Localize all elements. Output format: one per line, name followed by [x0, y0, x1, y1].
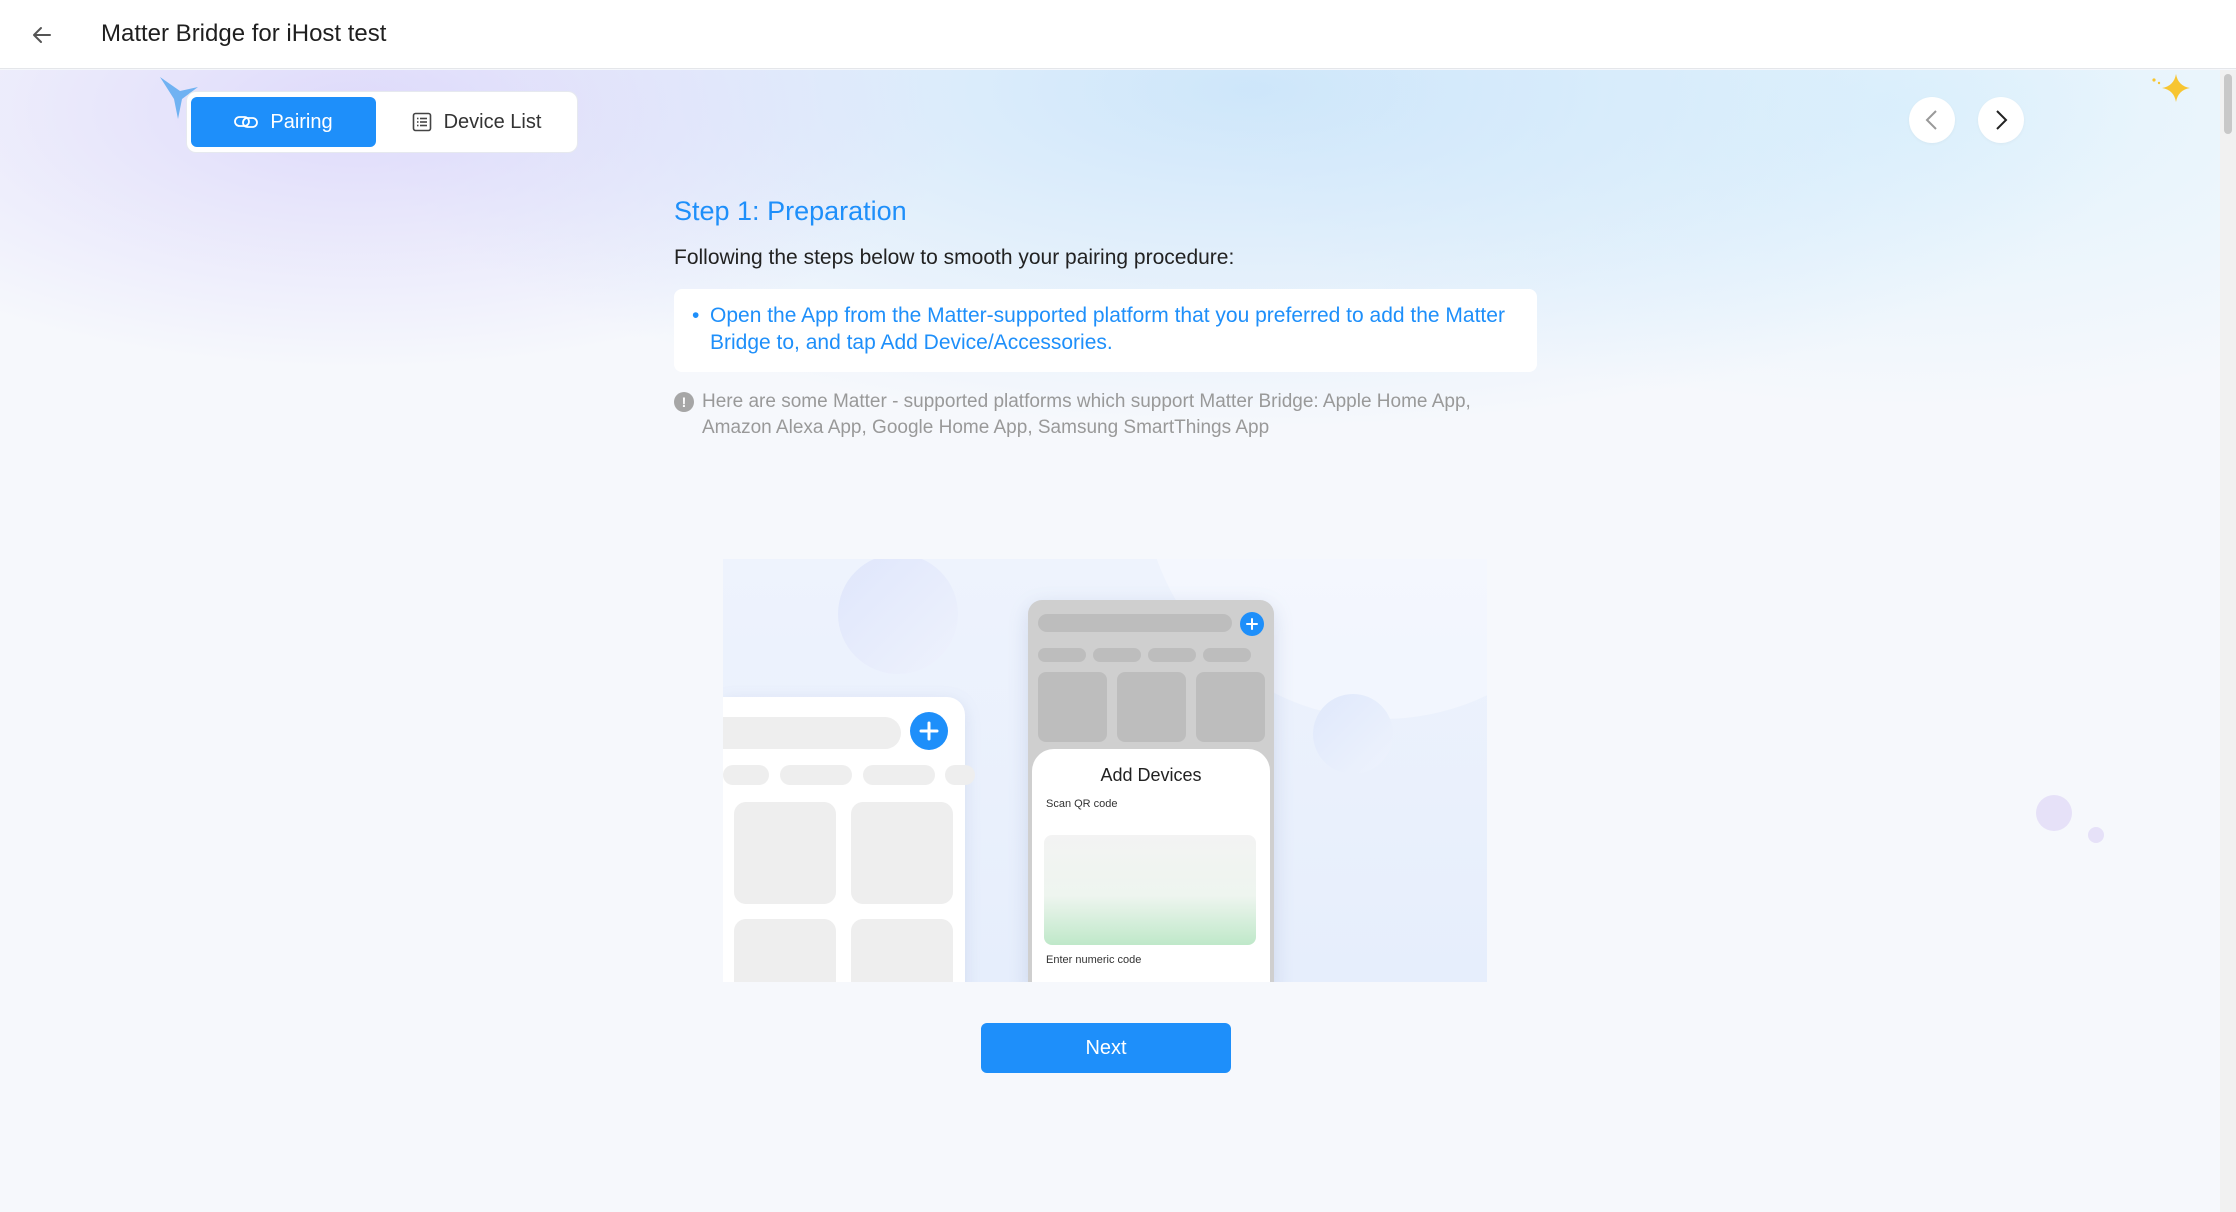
add-devices-sheet: Add Devices Scan QR code Enter numeric c… [1032, 749, 1270, 982]
phone-tile [1196, 672, 1265, 742]
tablet-tile [734, 802, 836, 904]
decorative-circle [838, 559, 958, 674]
scrollbar-thumb[interactable] [2224, 74, 2232, 134]
bullet-icon: • [692, 304, 700, 327]
scan-qr-label: Scan QR code [1046, 798, 1118, 810]
phone-pill [1093, 648, 1141, 662]
tablet-tile [851, 802, 953, 904]
scrollbar[interactable] [2220, 70, 2236, 1212]
chevron-right-icon [1996, 110, 2008, 130]
numeric-code-label: Enter numeric code [1046, 954, 1142, 966]
tablet-pill [723, 765, 769, 785]
tablet-pill [780, 765, 852, 785]
tablet-search-bar [723, 717, 901, 749]
phone-mockup: Add Devices Scan QR code Enter numeric c… [1028, 600, 1274, 982]
instruction-text: Open the App from the Matter-supported p… [710, 304, 1505, 354]
phone-pill [1038, 648, 1086, 662]
hint-text: Here are some Matter - supported platfor… [702, 391, 1471, 438]
tab-pairing-label: Pairing [270, 110, 333, 133]
qr-scan-area [1044, 835, 1256, 945]
plus-icon [1240, 612, 1264, 636]
top-bar: Matter Bridge for iHost test [0, 0, 2236, 69]
tablet-tile [851, 919, 953, 982]
phone-pill [1203, 648, 1251, 662]
arrow-left-icon [33, 27, 51, 43]
page-title: Matter Bridge for iHost test [101, 20, 387, 47]
phone-pill [1148, 648, 1196, 662]
phone-tile [1038, 672, 1107, 742]
tab-bar: Pairing Device List [186, 91, 578, 153]
instruction-item: • Open the App from the Matter-supported… [692, 302, 1519, 356]
tab-device-list-label: Device List [443, 110, 542, 133]
list-icon [412, 112, 431, 132]
link-icon [234, 116, 259, 128]
tab-pairing[interactable]: Pairing [191, 97, 376, 147]
tablet-tile [734, 919, 836, 982]
prev-step-button[interactable] [1909, 97, 1955, 143]
decorative-dot [2036, 795, 2072, 831]
plus-icon [910, 712, 948, 750]
chevron-left-icon [1925, 110, 1937, 130]
tab-device-list[interactable]: Device List [384, 97, 569, 147]
tablet-pill [945, 765, 975, 785]
back-button[interactable] [24, 17, 60, 53]
phone-tile [1117, 672, 1186, 742]
decorative-circle [1313, 694, 1393, 774]
phone-search-bar [1038, 614, 1232, 632]
sheet-title: Add Devices [1100, 765, 1202, 785]
platforms-hint: ! Here are some Matter - supported platf… [674, 389, 1494, 441]
star-sparkle-icon [2152, 74, 2190, 102]
info-icon: ! [674, 392, 694, 412]
pairing-illustration: Add Devices Scan QR code Enter numeric c… [723, 559, 1487, 982]
tablet-pill [863, 765, 935, 785]
decorative-dot [2088, 827, 2104, 843]
next-button[interactable]: Next [981, 1023, 1231, 1073]
step-title: Step 1: Preparation [674, 196, 907, 226]
step-intro: Following the steps below to smooth your… [674, 246, 1235, 269]
next-step-button[interactable] [1978, 97, 2024, 143]
tablet-mockup [723, 697, 975, 982]
instruction-box: • Open the App from the Matter-supported… [674, 289, 1537, 372]
